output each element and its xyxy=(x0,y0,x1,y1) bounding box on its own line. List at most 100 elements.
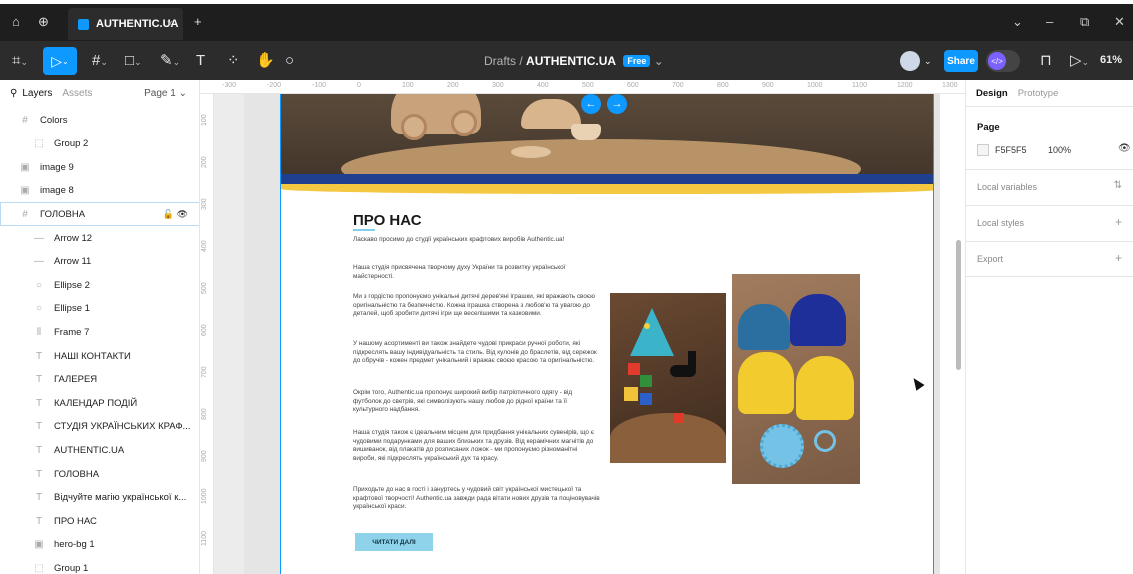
file-name[interactable]: AUTHENTIC.UA xyxy=(526,54,616,68)
minimize-icon[interactable]: – xyxy=(1046,14,1053,29)
layer-row[interactable]: T AUTHENTIC.UA xyxy=(0,438,199,462)
frame-golovna[interactable]: ← → ПРО НАС Ласкаво просимо до студії ук… xyxy=(280,94,934,574)
ruler-tick-label: 500 xyxy=(201,282,208,294)
layer-label: Colors xyxy=(40,114,68,126)
layer-row[interactable]: ⬚ Group 2 xyxy=(0,132,199,156)
close-window-icon[interactable]: ✕ xyxy=(1114,14,1125,30)
tab-design[interactable]: Design xyxy=(976,88,1008,99)
layer-row[interactable]: # Colors xyxy=(0,108,199,132)
hero-toy-wheel xyxy=(401,114,427,140)
ruler-tick-label: 400 xyxy=(201,240,208,252)
dev-mode-toggle[interactable]: </> xyxy=(986,50,1020,72)
pen-tool-icon[interactable]: ✎⌄ xyxy=(160,53,180,70)
local-variables-section[interactable]: Local variables ⇅ xyxy=(966,169,1133,205)
layer-row[interactable]: ▣ hero-bg 1 xyxy=(0,533,199,557)
variables-icon[interactable]: ⇅ xyxy=(1114,180,1122,191)
lock-visibility-icon[interactable]: 🔓 👁 xyxy=(163,209,188,220)
breadcrumb-drafts[interactable]: Drafts xyxy=(484,54,516,68)
page-color-swatch[interactable] xyxy=(977,144,989,156)
zoom-level[interactable]: 61% xyxy=(1100,54,1122,66)
new-tab-icon[interactable]: + xyxy=(194,14,202,29)
layer-label: НАШІ КОНТАКТИ xyxy=(54,350,131,362)
file-tab[interactable]: AUTHENTIC.UA × xyxy=(68,8,183,40)
image-knit-hats xyxy=(732,274,860,484)
layer-type-icon: ○ xyxy=(35,303,43,315)
export-section[interactable]: Export + xyxy=(966,241,1133,277)
library-icon[interactable]: ⊓ xyxy=(1040,53,1052,69)
restore-icon[interactable]: ⧉ xyxy=(1080,14,1089,30)
add-style-icon[interactable]: + xyxy=(1115,215,1122,229)
tab-layers[interactable]: Layers xyxy=(22,88,52,99)
layer-row[interactable]: T Відчуйте магію української к... xyxy=(0,486,199,510)
layer-type-icon: ▣ xyxy=(34,539,44,551)
chevron-down-icon[interactable]: ⌄ xyxy=(1012,14,1023,30)
local-styles-label: Local styles xyxy=(977,218,1025,228)
search-icon[interactable]: ⚲ xyxy=(10,88,17,99)
ruler-horizontal: -300 -200 -100 0 100 200 300 400 500 600 700 800 900… xyxy=(200,80,965,94)
image-toy-block xyxy=(674,413,684,423)
layers-panel: ⚲ Layers Assets Page 1 ⌄ # Colors ⬚ Group 2… xyxy=(0,80,200,574)
layer-row[interactable]: T КАЛЕНДАР ПОДІЙ xyxy=(0,391,199,415)
layer-row[interactable]: — Arrow 11 xyxy=(0,250,199,274)
image-hat-yellow xyxy=(796,356,854,420)
read-more-button[interactable]: ЧИТАТИ ДАЛІ xyxy=(355,533,433,551)
ruler-tick-label: 500 xyxy=(582,82,594,89)
adjacent-frame-left xyxy=(214,94,244,574)
arrow-right-icon[interactable]: → xyxy=(607,94,627,114)
globe-icon[interactable]: ⊕ xyxy=(38,14,49,30)
layer-row[interactable]: ▣ image 8 xyxy=(0,179,199,203)
file-menu-chevron-icon[interactable]: ⌄ xyxy=(654,54,664,68)
comment-tool-icon[interactable]: ○ xyxy=(285,53,294,69)
layer-label: СТУДІЯ УКРАЇНСЬКИХ КРАФ... xyxy=(54,421,191,433)
main-menu-icon[interactable]: ⌗⌄ xyxy=(12,53,28,70)
layer-label: КАЛЕНДАР ПОДІЙ xyxy=(54,397,138,409)
text-tool-icon[interactable]: T xyxy=(196,53,205,69)
move-tool-button[interactable]: ▷ ⌄ xyxy=(43,47,77,75)
layer-label: image 8 xyxy=(40,185,74,197)
layer-row[interactable]: ○ Ellipse 2 xyxy=(0,273,199,297)
add-export-icon[interactable]: + xyxy=(1115,251,1122,265)
resources-icon[interactable]: ⁘ xyxy=(227,53,240,69)
tab-assets[interactable]: Assets xyxy=(62,88,92,99)
present-icon[interactable]: ▷⌄ xyxy=(1070,53,1089,70)
layer-row[interactable]: T НАШІ КОНТАКТИ xyxy=(0,344,199,368)
about-paragraph: Ласкаво просимо до студії українських кр… xyxy=(353,236,565,243)
rectangle-tool-icon[interactable]: □⌄ xyxy=(125,53,142,70)
canvas[interactable]: -300 -200 -100 0 100 200 300 400 500 600 700 800 900… xyxy=(200,80,965,574)
layer-row[interactable]: # ГОЛОВНА 🔓 👁 xyxy=(0,202,199,227)
layer-row[interactable]: — Arrow 12 xyxy=(0,226,199,250)
page-color-value[interactable]: F5F5F5 xyxy=(995,145,1027,155)
layer-row[interactable]: ⦀ Frame 7 xyxy=(0,320,199,344)
frame-tool-icon[interactable]: #⌄ xyxy=(92,53,108,70)
ruler-tick-label: 1100 xyxy=(852,82,868,89)
local-styles-section[interactable]: Local styles + xyxy=(966,205,1133,241)
tab-close-icon[interactable]: × xyxy=(167,18,173,30)
image-toy-block xyxy=(640,375,652,387)
layer-type-icon: T xyxy=(35,492,43,504)
canvas-scrollbar[interactable] xyxy=(956,240,961,370)
layer-row[interactable]: T ПРО НАС xyxy=(0,509,199,533)
share-button[interactable]: Share xyxy=(944,50,978,72)
layer-type-icon: T xyxy=(35,444,43,456)
page-selector[interactable]: Page 1 ⌄ xyxy=(144,88,187,99)
layer-type-icon: T xyxy=(35,397,43,409)
eye-icon[interactable]: 👁 xyxy=(1118,143,1131,154)
layer-row[interactable]: ▣ image 9 xyxy=(0,155,199,179)
layer-row[interactable]: T ГАЛЕРЕЯ xyxy=(0,368,199,392)
ruler-tick-label: 100 xyxy=(402,82,414,89)
tab-prototype[interactable]: Prototype xyxy=(1018,88,1059,99)
ruler-tick-label: 200 xyxy=(201,156,208,168)
layer-type-icon: ⬚ xyxy=(34,562,44,574)
layer-row[interactable]: T ГОЛОВНА xyxy=(0,462,199,486)
layer-row[interactable]: ○ Ellipse 1 xyxy=(0,297,199,321)
hand-tool-icon[interactable]: ✋ xyxy=(256,53,275,69)
image-knit-ring xyxy=(814,430,836,452)
hero-toy-disc xyxy=(511,146,551,158)
layer-row[interactable]: T СТУДІЯ УКРАЇНСЬКИХ КРАФ... xyxy=(0,415,199,439)
home-icon[interactable]: ⌂ xyxy=(12,14,20,29)
avatar-chevron-icon[interactable]: ⌄ xyxy=(924,53,932,69)
page-opacity-value[interactable]: 100% xyxy=(1048,145,1071,155)
layer-row[interactable]: ⬚ Group 1 xyxy=(0,556,199,574)
avatar[interactable] xyxy=(900,51,920,71)
arrow-left-icon[interactable]: ← xyxy=(581,94,601,114)
